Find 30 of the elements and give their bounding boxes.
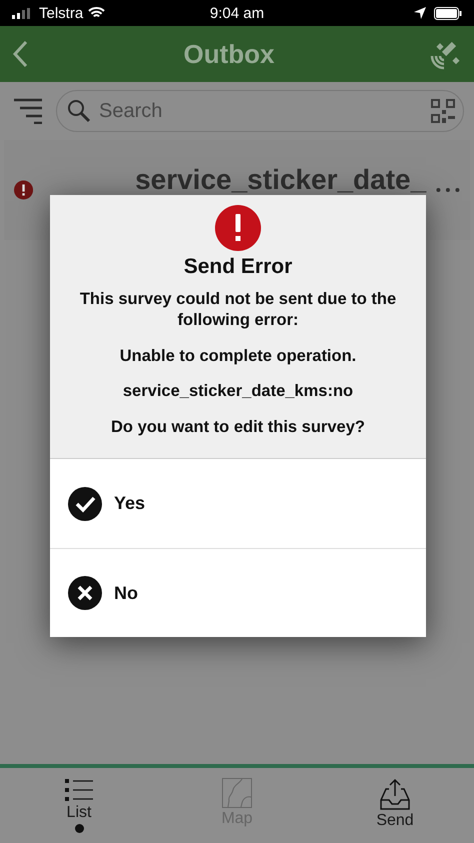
battery-icon: [434, 6, 462, 20]
dialog-message: Unable to complete operation.: [120, 346, 356, 367]
tab[interactable]: List: [0, 768, 158, 843]
tab[interactable]: Send: [316, 768, 474, 843]
survey-title: service_sticker_date_: [135, 164, 426, 196]
dialog-title: Send Error: [184, 255, 292, 279]
list-icon: [65, 778, 93, 802]
map-icon: [222, 778, 252, 808]
dialog-message: service_sticker_date_kms:no: [122, 381, 354, 402]
checkmark-icon: [68, 486, 102, 521]
option-button[interactable]: Yes: [50, 459, 426, 548]
location-arrow-icon: [414, 7, 426, 19]
search-field[interactable]: Search: [97, 98, 425, 124]
option-button[interactable]: No: [50, 548, 426, 638]
back-icon[interactable]: [12, 40, 28, 68]
clock-time: 9:04 am: [210, 4, 264, 22]
wifi-icon: [88, 7, 106, 19]
error-icon: [215, 205, 261, 251]
screen-title: Outbox: [182, 38, 276, 70]
filter-icon[interactable]: [14, 98, 42, 124]
qr-code-icon[interactable]: [431, 99, 455, 123]
dialog-message: Do you want to edit this survey?: [111, 416, 365, 438]
error-icon: [14, 178, 34, 202]
search-bar[interactable]: Search: [56, 90, 464, 132]
cross-icon: [68, 576, 102, 610]
send-tray-icon: [380, 778, 410, 810]
search-icon: [67, 99, 91, 123]
carrier-name: Telstra: [39, 4, 84, 22]
dialog-message: This survey could not be sent due to the following error:: [78, 289, 398, 332]
more-icon[interactable]: [436, 187, 460, 193]
